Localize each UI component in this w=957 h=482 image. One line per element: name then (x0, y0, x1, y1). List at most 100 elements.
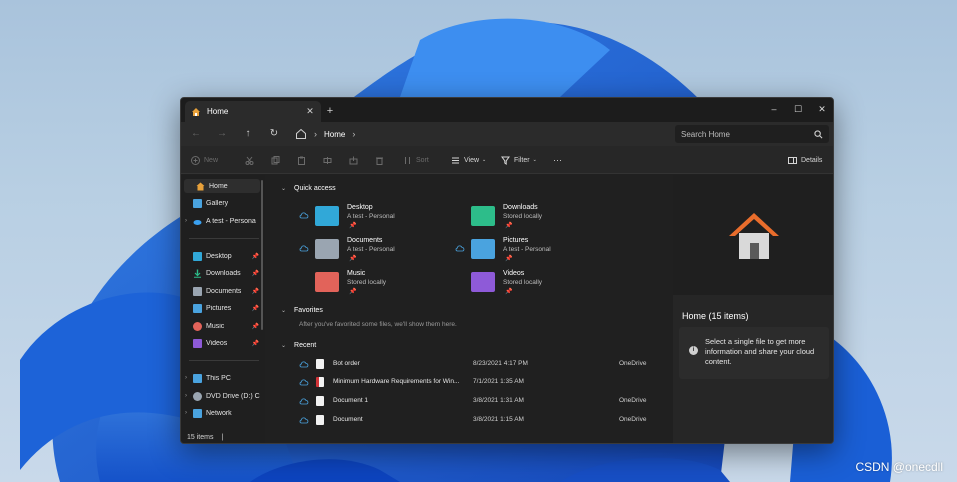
quick-access-item-videos[interactable]: Videos Stored locally 📌 (455, 269, 605, 299)
more-options-button[interactable]: ··· (553, 153, 562, 167)
sidebar-item-label: Gallery (206, 199, 229, 207)
divider (189, 360, 259, 361)
sidebar-item-this-pc[interactable]: › This PC (181, 371, 261, 385)
pin-icon[interactable]: 📌 (252, 305, 259, 312)
filter-label: Filter (514, 156, 530, 164)
sidebar-item-downloads[interactable]: Downloads 📌 (181, 266, 261, 280)
file-location: OneDrive (619, 416, 647, 423)
address-bar[interactable]: › Home › (291, 125, 671, 143)
breadcrumb-chevron[interactable]: › (352, 129, 355, 139)
sidebar-item-label: A test - Persona (206, 217, 256, 225)
sidebar-item-label: Home (209, 182, 228, 190)
new-tab-button[interactable]: + (323, 104, 337, 118)
cut-icon[interactable] (245, 153, 258, 167)
expand-chevron-icon[interactable]: › (181, 218, 191, 224)
home-icon (192, 107, 200, 116)
file-name: Document 1 (333, 397, 369, 404)
pin-icon[interactable]: 📌 (252, 253, 259, 260)
filter-icon (501, 156, 510, 165)
file-name: Document (333, 416, 363, 423)
maximize-button[interactable]: ☐ (787, 101, 809, 117)
details-label: Details (801, 156, 823, 164)
music-folder-icon (315, 272, 339, 292)
recent-row[interactable]: Document 3/8/2021 1:15 AM OneDrive (299, 413, 669, 427)
up-button[interactable]: ↑ (239, 126, 257, 142)
sidebar-scrollbar[interactable] (261, 180, 263, 330)
documents-icon (193, 286, 202, 296)
copy-icon[interactable] (271, 153, 284, 167)
quick-access-header[interactable]: ⌄ Quick access (281, 182, 336, 194)
search-box[interactable]: Search Home (675, 125, 829, 143)
paste-icon[interactable] (297, 153, 310, 167)
sidebar-item-desktop[interactable]: Desktop 📌 (181, 249, 261, 263)
expand-chevron-icon[interactable]: › (181, 375, 191, 381)
sidebar-item-label: Pictures (206, 304, 232, 312)
favorites-header[interactable]: ⌄ Favorites (281, 304, 323, 316)
quick-access-item-pictures[interactable]: Pictures A test - Personal 📌 (455, 236, 605, 266)
tab-home[interactable]: Home ✕ (185, 101, 321, 122)
sidebar-item-music[interactable]: Music 📌 (181, 319, 261, 333)
tab-label: Home (207, 107, 229, 116)
rename-icon[interactable] (323, 153, 336, 167)
cloud-icon (299, 212, 309, 219)
view-chevron-icon: ⌄ (482, 157, 487, 163)
pin-icon[interactable]: 📌 (252, 288, 259, 295)
desktop-icon (193, 251, 202, 261)
expand-chevron-icon[interactable]: › (181, 410, 191, 416)
sidebar-item-network[interactable]: › Network (181, 406, 261, 420)
share-icon[interactable] (349, 153, 362, 167)
quick-access-item-documents[interactable]: Documents A test - Personal 📌 (299, 236, 449, 266)
file-date: 3/8/2021 1:15 AM (473, 416, 524, 423)
pictures-icon (193, 303, 202, 313)
back-button[interactable]: ← (187, 126, 205, 142)
view-button[interactable]: View ⌄ (451, 153, 486, 167)
recent-header[interactable]: ⌄ Recent (281, 339, 316, 351)
cloud-icon (299, 379, 309, 386)
minimize-button[interactable]: – (763, 101, 785, 117)
music-icon (193, 321, 202, 331)
pictures-folder-icon (471, 239, 495, 259)
section-title: Favorites (294, 306, 323, 314)
info-icon: i (689, 346, 698, 355)
recent-row[interactable]: Document 1 3/8/2021 1:31 AM OneDrive (299, 394, 669, 408)
sidebar-item-documents[interactable]: Documents 📌 (181, 284, 261, 298)
file-date: 7/1/2021 1:35 AM (473, 378, 524, 385)
new-button[interactable]: New (191, 153, 218, 167)
details-button[interactable]: Details (788, 153, 822, 167)
item-location: A test - Personal (503, 246, 551, 253)
sidebar-item-gallery[interactable]: Gallery (181, 196, 261, 210)
quick-access-item-downloads[interactable]: Downloads Stored locally 📌 (455, 203, 605, 233)
home-large-icon (729, 213, 779, 259)
close-button[interactable]: ✕ (811, 101, 833, 117)
pin-icon[interactable]: 📌 (252, 323, 259, 330)
recent-row[interactable]: Minimum Hardware Requirements for Win...… (299, 375, 669, 389)
cloud-icon (299, 361, 309, 368)
sidebar-item-dvd-drive[interactable]: › DVD Drive (D:) C (181, 389, 261, 403)
quick-access-item-music[interactable]: Music Stored locally 📌 (299, 269, 449, 299)
sidebar-item-videos[interactable]: Videos 📌 (181, 336, 261, 350)
collapse-chevron-icon: ⌄ (281, 307, 287, 314)
sort-button[interactable]: Sort (403, 153, 429, 167)
sidebar-item-label: DVD Drive (D:) C (206, 392, 260, 400)
pin-icon[interactable]: 📌 (252, 340, 259, 347)
tab-close-icon[interactable]: ✕ (303, 106, 317, 117)
sidebar-item-pictures[interactable]: Pictures 📌 (181, 301, 261, 315)
refresh-button[interactable]: ↻ (265, 126, 283, 142)
sidebar-item-onedrive[interactable]: › A test - Persona (181, 214, 261, 228)
gallery-icon (193, 198, 202, 208)
expand-chevron-icon[interactable]: › (181, 393, 191, 399)
section-title: Recent (294, 341, 317, 349)
pin-icon[interactable]: 📌 (252, 270, 259, 277)
sidebar-item-home[interactable]: Home (184, 179, 260, 193)
filter-button[interactable]: Filter ⌄ (501, 153, 537, 167)
forward-button[interactable]: → (213, 126, 231, 142)
quick-access-item-desktop[interactable]: Desktop A test - Personal 📌 (299, 203, 449, 233)
pdf-icon (316, 377, 324, 387)
breadcrumb-home[interactable]: Home (324, 130, 345, 139)
delete-icon[interactable] (375, 153, 388, 167)
onedrive-icon (193, 219, 202, 225)
search-input[interactable]: Search Home (681, 130, 814, 139)
details-pane: Home (15 items) i Select a single file t… (673, 175, 833, 443)
dvd-icon (193, 391, 202, 401)
recent-row[interactable]: Bot order 8/23/2021 4:17 PM OneDrive (299, 357, 669, 371)
